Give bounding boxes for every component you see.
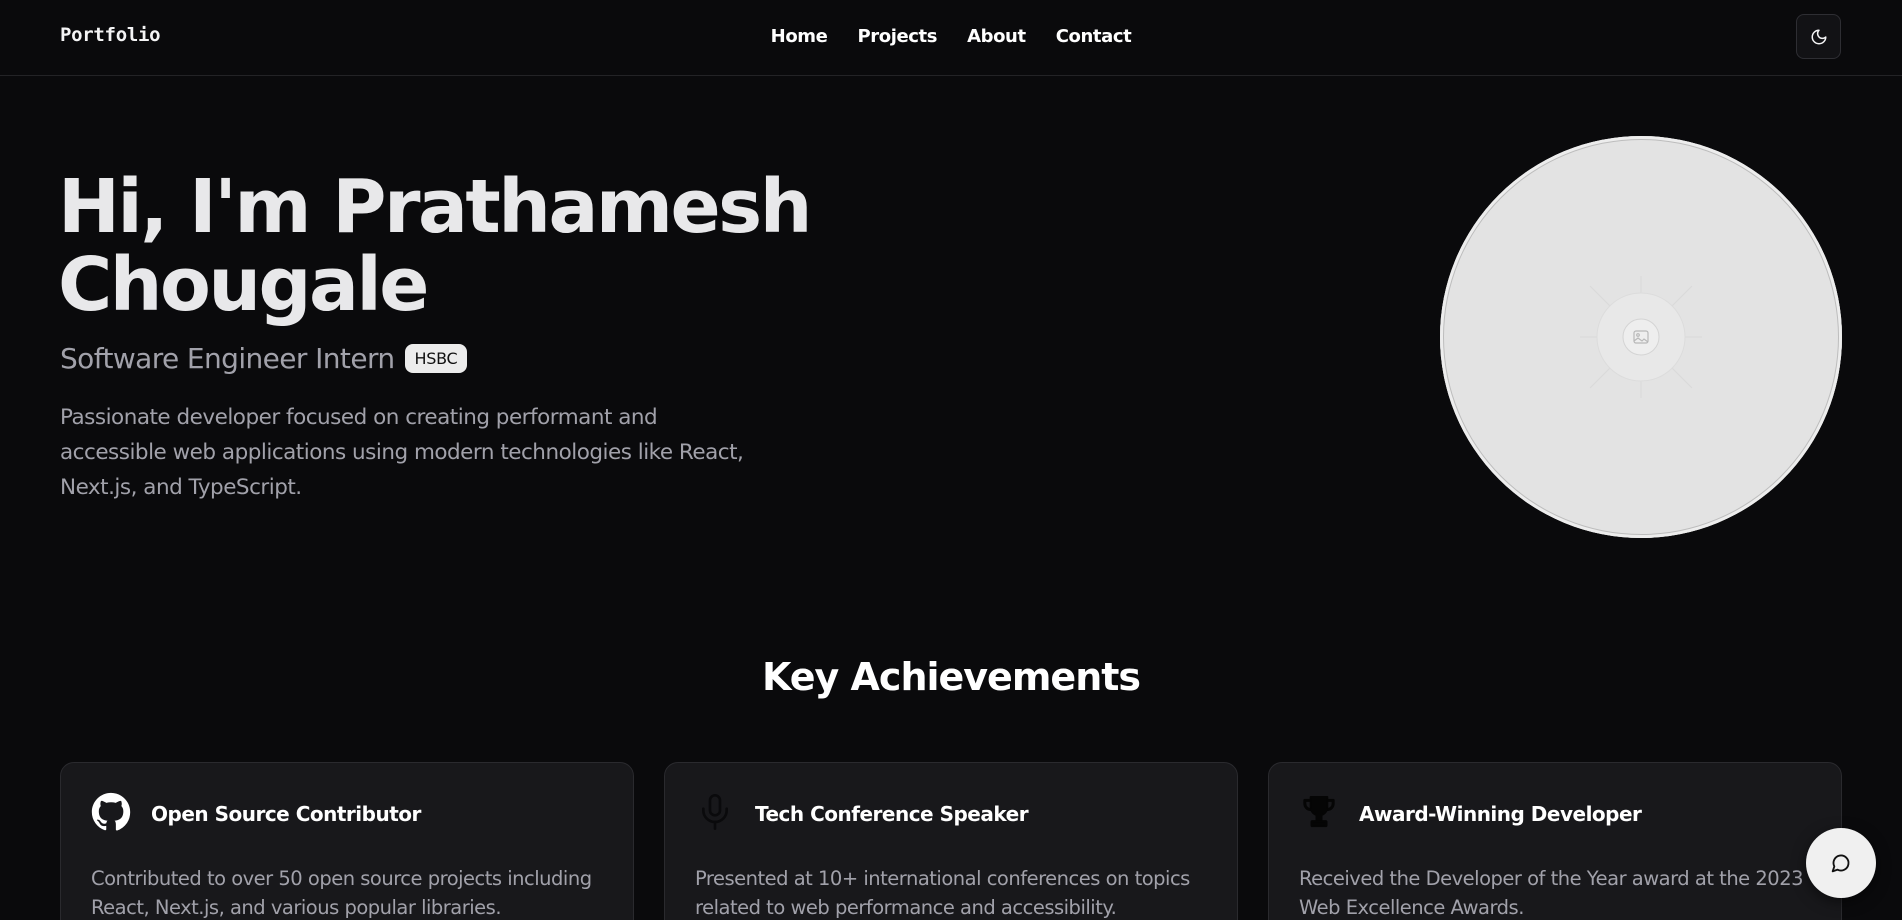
hero-title-line-1: Hi, I'm Prathamesh <box>58 164 812 250</box>
achievement-title: Tech Conference Speaker <box>755 802 1029 826</box>
achievement-card-open-source: Open Source Contributor Contributed to o… <box>60 762 634 920</box>
profile-avatar <box>1440 136 1842 538</box>
achievements-heading: Key Achievements <box>761 655 1141 699</box>
microphone-icon <box>702 794 728 830</box>
hero-title-line-2: Chougale <box>58 242 429 328</box>
moon-icon <box>1811 29 1826 44</box>
role-row: Software Engineer Intern HSBC <box>60 342 468 375</box>
job-role: Software Engineer Intern <box>60 342 395 375</box>
trophy-icon <box>1303 796 1335 828</box>
nav-link-contact[interactable]: Contact <box>1056 26 1132 47</box>
achievement-card-speaker: Tech Conference Speaker Presented at 10+… <box>664 762 1238 920</box>
nav-link-home[interactable]: Home <box>771 26 828 47</box>
achievement-title: Award-Winning Developer <box>1359 802 1642 826</box>
achievement-description: Presented at 10+ international conferenc… <box>695 867 1190 919</box>
achievement-description: Contributed to over 50 open source proje… <box>91 867 592 919</box>
hero-title: Hi, I'm Prathamesh Chougale <box>58 168 818 324</box>
nav-link-about[interactable]: About <box>967 26 1026 47</box>
chat-bubble-icon <box>1831 854 1850 873</box>
achievement-description: Received the Developer of the Year award… <box>1299 867 1804 919</box>
top-navbar: Portfolio Home Projects About Contact <box>0 0 1902 76</box>
company-badge: HSBC <box>404 344 468 373</box>
theme-toggle-button[interactable] <box>1796 14 1841 59</box>
achievement-title: Open Source Contributor <box>151 802 421 826</box>
nav-link-projects[interactable]: Projects <box>857 26 937 47</box>
main-nav: Home Projects About Contact <box>0 26 1902 47</box>
chat-button[interactable] <box>1806 828 1876 898</box>
achievement-card-award: Award-Winning Developer Received the Dev… <box>1268 762 1842 920</box>
hero-description: Passionate developer focused on creating… <box>60 405 744 500</box>
avatar-placeholder-graphic <box>1580 276 1702 398</box>
github-icon <box>91 792 131 831</box>
